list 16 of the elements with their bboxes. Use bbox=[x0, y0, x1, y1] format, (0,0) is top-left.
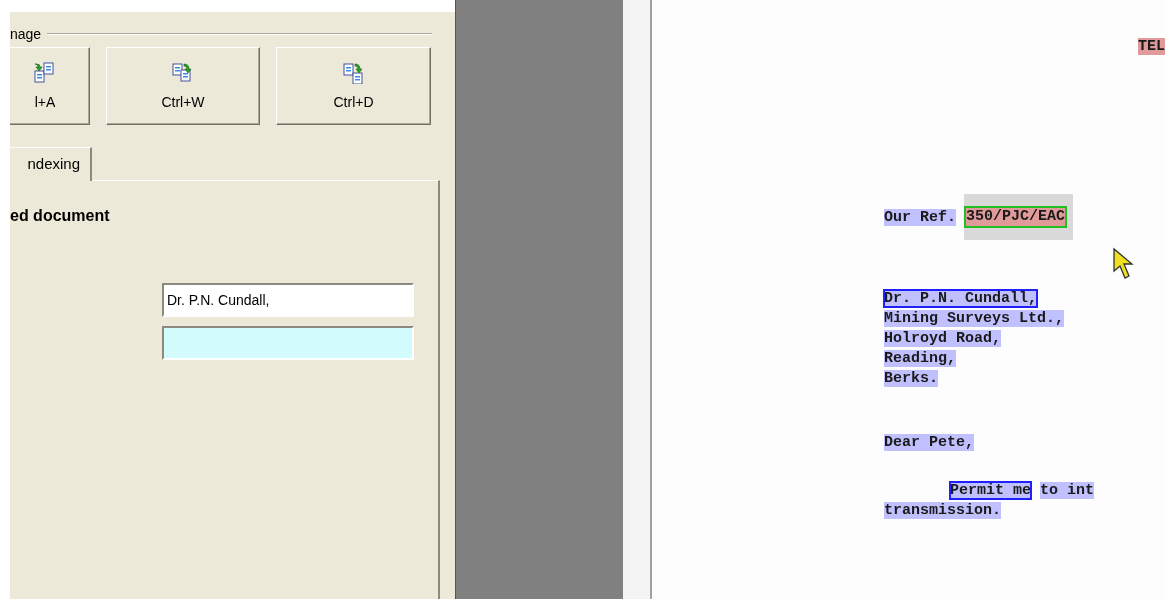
text-field[interactable] bbox=[162, 326, 414, 360]
toolbar-button[interactable]: Ctrl+W bbox=[106, 47, 260, 125]
ref-label: Our Ref. bbox=[884, 208, 956, 226]
panel-heading: ed document bbox=[10, 207, 111, 225]
text-field[interactable]: Dr. P.N. Cundall, bbox=[162, 283, 414, 317]
toolbar-button[interactable]: l+A bbox=[10, 47, 90, 125]
ref-field[interactable]: 350/PJC/EAC bbox=[964, 194, 1074, 240]
toolbar-button[interactable]: Ctrl+D bbox=[276, 47, 431, 125]
letter-line: Permit me to int bbox=[949, 481, 1096, 501]
documents-icon bbox=[172, 62, 194, 84]
header-text: TEL bbox=[1138, 38, 1165, 55]
group-label: nage bbox=[10, 26, 42, 42]
documents-icon bbox=[34, 62, 56, 84]
pointer-icon bbox=[1112, 247, 1136, 281]
tab[interactable]: ndexing bbox=[10, 147, 92, 181]
documents-icon bbox=[342, 62, 365, 84]
